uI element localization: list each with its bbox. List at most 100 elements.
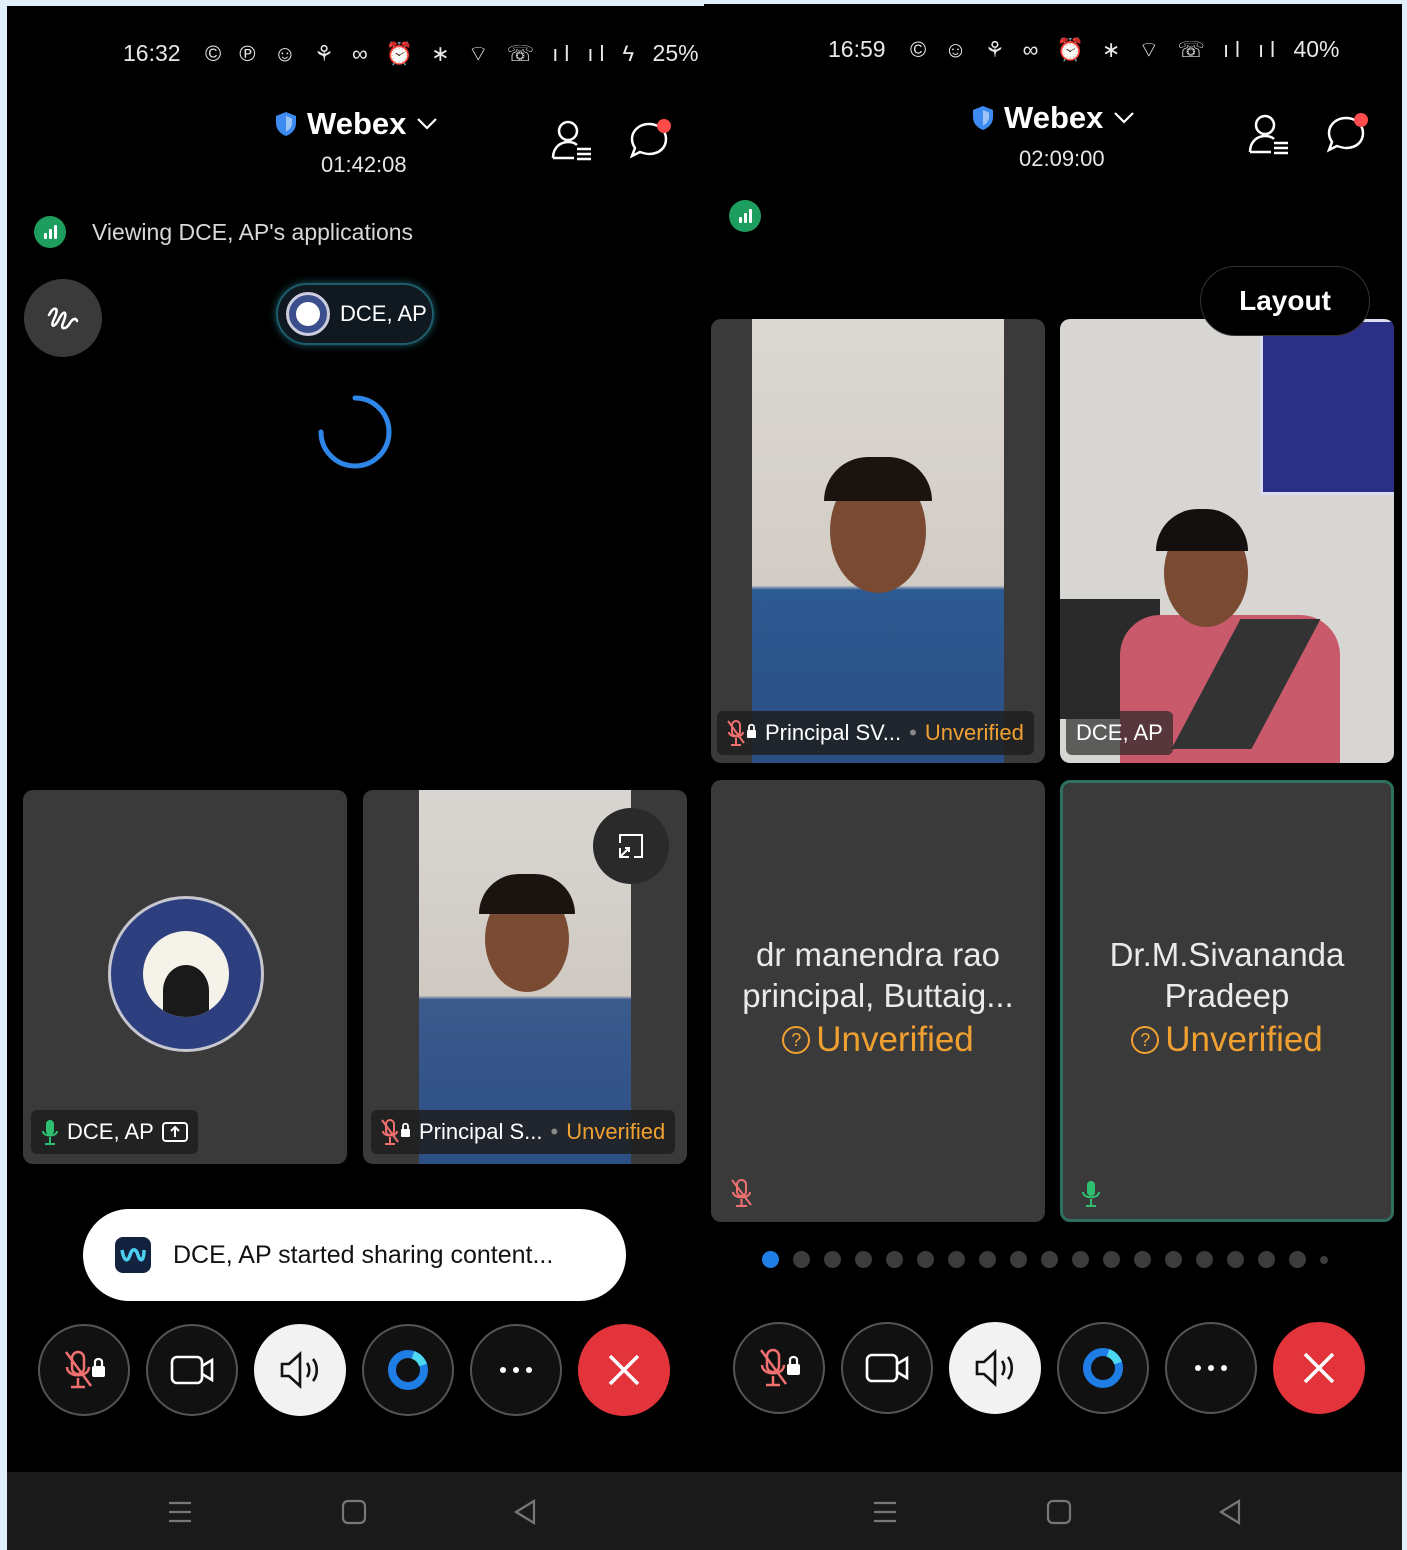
share-button[interactable] [362,1324,454,1416]
unverified-text: Unverified [1165,1020,1323,1059]
minimize-tile-button[interactable] [593,808,669,884]
participant-tile-manendra[interactable]: dr manendra rao principal, Buttaig... ? … [711,780,1045,1222]
video-button[interactable] [841,1322,933,1414]
page-indicator[interactable] [762,1251,1328,1268]
status-icons: © ℗ ☺ ⚘ ∞ ⏰ ∗ ⌔ ☏ ıl ıl ϟ [204,41,641,66]
more-button[interactable] [470,1324,562,1416]
page-dot[interactable] [1165,1251,1182,1268]
close-icon [1303,1352,1335,1384]
page-dot[interactable] [1196,1251,1213,1268]
page-dot[interactable] [917,1251,934,1268]
page-dot[interactable] [1258,1251,1275,1268]
more-button[interactable] [1165,1322,1257,1414]
meeting-title[interactable]: Webex [275,106,438,142]
participant-name-line2: Pradeep [1164,977,1290,1014]
tile-name: Principal SV... [765,720,902,745]
system-nav-bar [7,1472,704,1550]
mute-button[interactable] [733,1322,825,1414]
tile-name: DCE, AP [1076,720,1163,745]
participant-tile-sivananda[interactable]: Dr.M.Sivananda Pradeep ? Unverified [1060,780,1394,1222]
annotate-button[interactable] [24,279,102,357]
network-signal-icon[interactable] [34,216,66,248]
unverified-badge: ? Unverified [711,1020,1045,1060]
page-dot[interactable] [948,1251,965,1268]
chat-icon[interactable] [1324,112,1368,156]
page-dot[interactable] [1010,1251,1027,1268]
participant-name: Dr.M.Sivananda Pradeep [1063,934,1391,1016]
loading-spinner-icon [318,395,392,469]
participant-video [752,319,1004,763]
presenter-avatar [286,292,330,336]
unverified-badge: Unverified [924,720,1024,745]
presenter-chip[interactable]: DCE, AP [276,283,434,345]
participant-tile-principal[interactable]: Principal SV... • Unverified [711,319,1045,763]
chevron-down-icon [417,118,438,130]
sharing-toast[interactable]: DCE, AP started sharing content... [83,1209,626,1301]
leave-button[interactable] [1273,1322,1365,1414]
participants-icon[interactable] [550,118,594,162]
participant-tile-dce[interactable]: DCE, AP [1060,319,1394,763]
share-button[interactable] [1057,1322,1149,1414]
back-icon[interactable] [512,1499,538,1525]
leave-button[interactable] [578,1324,670,1416]
tile-name-tag: Principal SV... • Unverified [717,711,1034,755]
page-dot[interactable] [762,1251,779,1268]
page-dot[interactable] [1289,1251,1306,1268]
page-dot[interactable] [793,1251,810,1268]
page-dot[interactable] [979,1251,996,1268]
tile-name-tag: Principal S... • Unverified [371,1110,676,1154]
mute-button[interactable] [38,1324,130,1416]
unverified-text: Unverified [816,1020,974,1059]
layout-label: Layout [1239,285,1331,316]
page-dot[interactable] [1134,1251,1151,1268]
back-icon[interactable] [1217,1499,1243,1525]
status-bar: 16:32 © ℗ ☺ ⚘ ∞ ⏰ ∗ ⌔ ☏ ıl ıl ϟ 25% [123,40,699,68]
battery-level: 40% [1293,36,1340,62]
meeting-timer: 02:09:00 [1019,146,1105,171]
app-name: Webex [307,106,407,141]
mic-muted-locked-icon [727,720,756,746]
page-dot[interactable] [1320,1255,1328,1264]
page-dot[interactable] [1103,1251,1120,1268]
video-button[interactable] [146,1324,238,1416]
viewing-text: Viewing DCE, AP's applications [92,219,414,245]
home-icon[interactable] [1046,1499,1072,1525]
app-name: Webex [1004,100,1104,135]
recents-icon[interactable] [167,1500,193,1524]
question-icon: ? [782,1026,811,1054]
mic-muted-locked-icon [759,1348,800,1387]
mic-muted-locked-icon [64,1350,105,1389]
status-time: 16:59 [828,36,886,62]
layout-button[interactable]: Layout [1200,266,1370,336]
participant-name-line2: principal, Buttaig... [742,977,1014,1014]
share-content-icon [1083,1348,1123,1388]
participant-tile-principal[interactable]: Principal S... • Unverified [363,790,687,1164]
battery-level: 25% [652,40,699,66]
page-dot[interactable] [1072,1251,1089,1268]
speaker-icon [280,1351,319,1389]
participant-name-line1: Dr.M.Sivananda [1109,936,1345,973]
meeting-title[interactable]: Webex [972,100,1135,136]
page-dot[interactable] [886,1251,903,1268]
chat-icon[interactable] [627,118,671,162]
page-dot[interactable] [824,1251,841,1268]
more-dots-icon [1195,1365,1227,1371]
home-icon[interactable] [341,1499,367,1525]
tile-name-tag: DCE, AP [31,1110,198,1154]
participant-tile-dce[interactable]: DCE, AP [23,790,347,1164]
tile-name-tag: DCE, AP [1066,711,1173,755]
left-screen: 16:32 © ℗ ☺ ⚘ ∞ ⏰ ∗ ⌔ ☏ ıl ıl ϟ 25% Webe… [7,6,704,1550]
shield-icon [276,112,296,136]
page-dot[interactable] [1227,1251,1244,1268]
speaker-button[interactable] [254,1324,346,1416]
status-icons: © ☺ ⚘ ∞ ⏰ ∗ ⌔ ☏ ıl ıl [909,37,1282,62]
more-dots-icon [500,1367,532,1373]
participant-name-line1: dr manendra rao [756,936,1000,973]
participants-icon[interactable] [1247,112,1291,156]
recents-icon[interactable] [872,1500,898,1524]
network-signal-icon[interactable] [729,200,761,232]
page-dot[interactable] [855,1251,872,1268]
tile-name: DCE, AP [67,1119,154,1144]
speaker-button[interactable] [949,1322,1041,1414]
page-dot[interactable] [1041,1251,1058,1268]
